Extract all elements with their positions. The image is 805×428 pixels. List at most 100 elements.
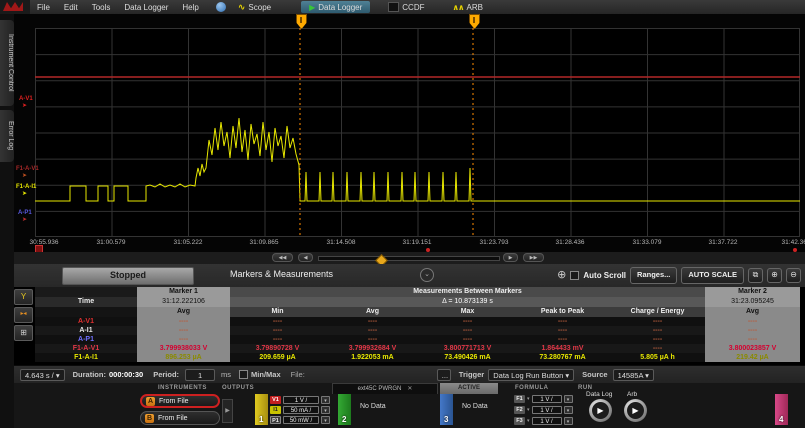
channel-arrow-a-v1[interactable]: ➤ [22, 103, 27, 109]
col-charge-energy: Charge / Energy [610, 307, 705, 317]
stopped-button[interactable]: Stopped [62, 267, 194, 285]
grid-view-icon[interactable]: ⊞ [14, 325, 33, 341]
marker-tool-icon[interactable]: Y [14, 289, 33, 305]
f3-scale-value[interactable]: 1 V / [532, 417, 562, 425]
channel-arrow-f1-a-v1[interactable]: ➤ [22, 173, 27, 179]
close-icon[interactable]: ✕ [407, 386, 412, 392]
more-button[interactable]: ... [437, 369, 451, 381]
menu-tools[interactable]: Tools [85, 3, 118, 12]
scroll-track[interactable] [318, 256, 500, 261]
instrument-a-button[interactable]: A From File [140, 394, 220, 408]
v1-scale-value[interactable]: 1 V / [283, 396, 319, 404]
channel-label-a-v1[interactable]: A-V1 [19, 96, 33, 102]
target-icon[interactable]: ⊕ [557, 270, 566, 281]
instrument-b-button[interactable]: B From File [140, 411, 220, 425]
table-row-f1-a-v1[interactable]: F1-A-V1 3.799938033 V 3.79890728 V 3.799… [35, 344, 800, 353]
chart-area[interactable]: A-V1 ➤ F1-A-V1 ➤ F1-A-I1 ➤ A-P1 ➤ 30:55.… [14, 14, 805, 252]
play-icon: ▶ [309, 3, 315, 12]
source-dropdown[interactable]: 14585A ▾ [613, 369, 654, 381]
channel-arrow-f1-a-i1[interactable]: ➤ [22, 191, 27, 197]
f2-scale-dropdown[interactable]: ▾ [564, 406, 573, 414]
tab-arb[interactable]: ∧∧ ARB [445, 1, 491, 13]
left-sidebar: Instrument Control Error Log [0, 14, 14, 428]
f1-scale-value[interactable]: 1 V / [532, 395, 562, 403]
channel-label-a-p1[interactable]: A-P1 [18, 210, 32, 216]
v1-scale-dropdown[interactable]: ▾ [321, 396, 330, 404]
log-file-tab[interactable]: ext45C PWRGN ✕ [332, 383, 438, 394]
menu-file[interactable]: File [30, 3, 57, 12]
f3-scale-dropdown[interactable]: ▾ [564, 417, 573, 425]
cell-ce: 5.805 µA h [610, 353, 705, 362]
table-row-a-i1[interactable]: A-I1 ---- ---- ---- ---- ---- ---- ---- [35, 326, 800, 335]
formula-f2-row: F2 ▾ 1 V / ▾ [514, 405, 573, 414]
menu-help[interactable]: Help [175, 3, 205, 12]
channel-label-f1-a-i1[interactable]: F1-A-I1 [16, 184, 36, 190]
waveform-plot[interactable] [35, 28, 800, 237]
auto-scale-button[interactable]: AUTO SCALE [681, 267, 744, 284]
info-icon[interactable] [216, 2, 226, 12]
sidebar-tab-instrument-control[interactable]: Instrument Control [0, 20, 14, 106]
tab-data-logger[interactable]: ▶ Data Logger [301, 1, 370, 13]
cell-m1: ---- [137, 317, 230, 326]
scroll-fwd-button[interactable]: ▶ [503, 253, 518, 262]
i1-badge: I1 [270, 406, 281, 414]
zoom-region-icon[interactable]: ⧉ [748, 268, 763, 283]
minmax-checkbox[interactable] [239, 370, 248, 379]
table-row-f1-a-i1[interactable]: F1-A-I1 896.253 µA 209.659 µA 1.922053 m… [35, 353, 800, 362]
scroll-fast-back-button[interactable]: ◀◀ [272, 253, 293, 262]
log-file-tab-label: ext45C PWRGN [358, 386, 402, 392]
data-log-run-button[interactable]: ▶ [589, 399, 612, 422]
i1-scale-dropdown[interactable]: ▾ [321, 406, 330, 414]
marker2-col-header: Avg [705, 307, 800, 317]
trigger-dropdown[interactable]: Data Log Run Button ▾ [488, 369, 574, 381]
expander-chevron-icon[interactable]: ▶ [222, 399, 233, 423]
period-input[interactable]: 1 [185, 369, 215, 381]
channel1-i-row: I1 50 mA / ▾ [270, 405, 330, 414]
zoom-out-icon[interactable]: ⊖ [786, 268, 801, 283]
markers-delta: Δ = 10.873139 s [230, 297, 705, 307]
channel2-no-data: No Data [360, 403, 386, 410]
i1-scale-value[interactable]: 50 mA / [283, 406, 319, 414]
arb-run-button[interactable]: ▶ [624, 399, 647, 422]
row-label: F1-A-I1 [35, 353, 137, 362]
table-row-a-p1[interactable]: A-P1 ---- ---- ---- ---- ---- ---- ---- [35, 335, 800, 344]
f1-scale-dropdown[interactable]: ▾ [564, 395, 573, 403]
p1-scale-dropdown[interactable]: ▾ [321, 416, 330, 424]
scroll-fast-fwd-button[interactable]: ▶▶ [523, 253, 544, 262]
cell-avg: ---- [325, 317, 420, 326]
active-tab[interactable]: ACTIVE [440, 383, 498, 394]
sidebar-tab-error-log[interactable]: Error Log [0, 110, 14, 162]
interval-dropdown[interactable]: 4.643 s / ▾ [20, 369, 65, 381]
markers-dropdown-icon[interactable]: ⌄ [420, 268, 434, 282]
channel1-v-row: V1 1 V / ▾ [270, 395, 330, 404]
menu-edit[interactable]: Edit [57, 3, 85, 12]
f2-scale-value[interactable]: 1 V / [532, 406, 562, 414]
menu-data-logger[interactable]: Data Logger [117, 3, 175, 12]
duration-value[interactable]: 000:00:30 [109, 370, 143, 379]
cell-m1: ---- [137, 335, 230, 344]
table-tool-strip: Y ▸◂ ⊞ [14, 289, 33, 343]
marker2-flag[interactable] [469, 14, 480, 29]
marker2-header[interactable]: Marker 2 [705, 287, 800, 297]
auto-scroll-checkbox[interactable] [570, 271, 579, 280]
cell-min: 209.659 µA [230, 353, 325, 362]
channel-label-f1-a-v1[interactable]: F1-A-V1 [16, 166, 39, 172]
marker-pair-icon[interactable]: ▸◂ [14, 307, 33, 323]
zoom-in-icon[interactable]: ⊕ [767, 268, 782, 283]
row-label: F1-A-V1 [35, 344, 137, 353]
x-axis: 30:55.936 31:00.579 31:05.222 31:09.865 … [14, 239, 805, 249]
channel-arrow-a-p1[interactable]: ➤ [22, 217, 27, 223]
marker1-flag[interactable] [296, 14, 307, 29]
x-tick: 31:14.508 [327, 239, 356, 246]
p1-scale-value[interactable]: 50 mW / [283, 416, 319, 424]
scroll-back-button[interactable]: ◀ [298, 253, 313, 262]
tab-scope[interactable]: ∿ Scope [230, 1, 279, 13]
row-label: A-I1 [35, 326, 137, 335]
waveform-svg [35, 28, 800, 237]
p1-badge: P1 [270, 416, 281, 424]
marker1-header[interactable]: Marker 1 [137, 287, 230, 297]
table-row-a-v1[interactable]: A-V1 ---- ---- ---- ---- ---- ---- ---- [35, 317, 800, 326]
tab-ccdf[interactable]: CCDF [380, 1, 432, 13]
ranges-button[interactable]: Ranges... [630, 267, 677, 284]
col-max: Max [420, 307, 515, 317]
